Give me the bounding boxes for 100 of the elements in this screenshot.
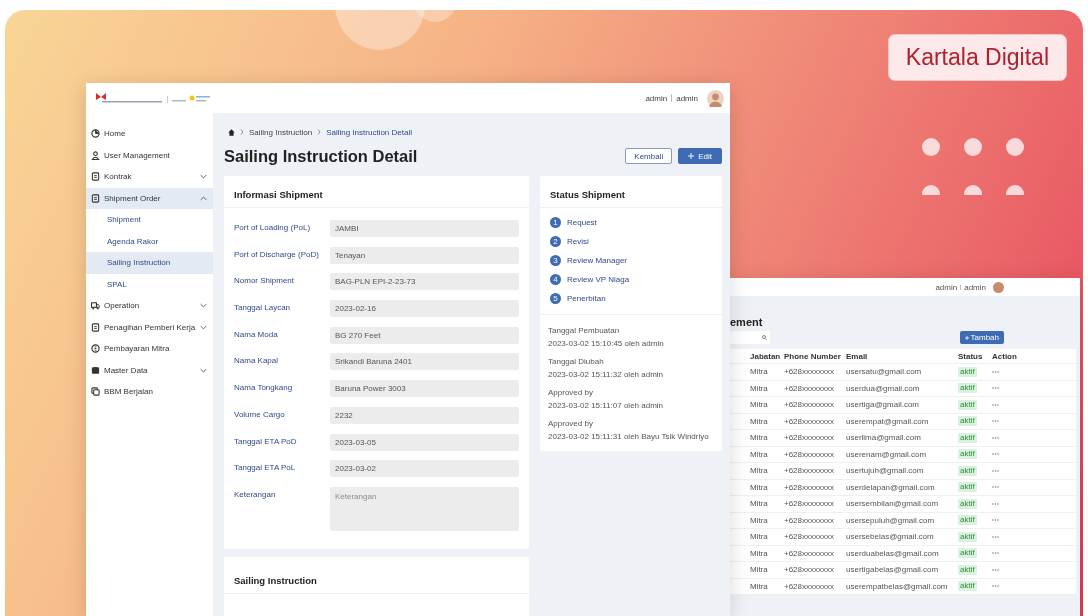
sidebar-subitem[interactable]: SPAL: [86, 273, 213, 295]
add-button[interactable]: Tambah: [959, 331, 1004, 344]
column-header: Email: [846, 351, 869, 361]
step-number: 4: [550, 274, 561, 285]
field-label: Port of Loading (PoL): [234, 222, 312, 232]
table-cell-text: +628xxxxxxxx: [784, 565, 836, 575]
more-icon[interactable]: [992, 469, 999, 472]
card-title: Informasi Shipment: [224, 176, 529, 208]
table-cell-text: Mitra: [750, 532, 769, 542]
table-cell-text: Mitra: [750, 383, 769, 393]
table-cell-text: Mitra: [750, 515, 769, 525]
more-icon[interactable]: [992, 568, 999, 571]
field-label: Tanggal ETA PoL: [234, 462, 297, 473]
table-cell-text: userempat@gmail.com: [846, 416, 930, 426]
table-cell-text: Mitra: [750, 367, 769, 377]
chevron-right-icon: [240, 129, 244, 135]
pie-chart-icon: [91, 129, 100, 139]
column-header: Action: [992, 351, 1018, 361]
page-title: ement: [730, 316, 764, 328]
table-cell-text: Mitra: [750, 400, 769, 410]
sidebar-item[interactable]: Home: [86, 123, 213, 145]
more-icon[interactable]: [992, 535, 999, 538]
status-badge: aktif: [958, 531, 977, 542]
brand-badge: Kartala Digital: [887, 34, 1067, 81]
breadcrumb-link[interactable]: Sailing Instruction Detail: [326, 127, 412, 137]
history-value: 2023-03-02 15:11:07 oleh admin: [548, 401, 665, 410]
more-icon[interactable]: [992, 370, 999, 373]
history-value: 2023-03-02 15:10:45 oleh admin: [548, 339, 665, 348]
table-cell-text: +628xxxxxxxx: [784, 548, 836, 558]
field-label: Nama Moda: [234, 328, 279, 339]
card-title: Status Shipment: [540, 176, 722, 208]
search-field[interactable]: [730, 331, 770, 344]
edit-button[interactable]: Edit: [678, 148, 722, 164]
user-name: admin: [645, 93, 668, 103]
status-badge: aktif: [958, 498, 977, 509]
table-cell-text: usertiga@gmail.com: [846, 400, 921, 410]
step-label: Revisi: [567, 237, 589, 246]
back-button[interactable]: Kembali: [625, 148, 673, 164]
more-icon[interactable]: [992, 502, 999, 505]
coin-icon: [91, 344, 100, 354]
status-badge: aktif: [958, 416, 977, 427]
sidebar-item[interactable]: Kontrak: [86, 166, 213, 188]
history-label: Tanggal Diubah: [548, 357, 605, 366]
sidebar-subitem[interactable]: Sailing Instruction: [86, 252, 213, 274]
more-icon[interactable]: [992, 420, 999, 423]
table-cell-text: Mitra: [750, 482, 769, 492]
table-cell-text: usersatu@gmail.com: [846, 367, 923, 377]
table-cell-text: +628xxxxxxxx: [784, 367, 836, 377]
table-cell-text: userdelapan@gmail.com: [846, 482, 936, 492]
history-label: Tanggal Pembuatan: [548, 326, 621, 335]
more-icon[interactable]: [992, 552, 999, 555]
step-label: Penerbitan: [567, 294, 606, 303]
table-cell-text: Mitra: [750, 499, 769, 509]
table-cell-text: +628xxxxxxxx: [784, 383, 836, 393]
table-cell-text: +628xxxxxxxx: [784, 515, 836, 525]
more-icon[interactable]: [992, 585, 999, 588]
more-icon[interactable]: [992, 486, 999, 489]
more-icon[interactable]: [992, 453, 999, 456]
avatar-icon: [993, 281, 1004, 293]
sidebar-item[interactable]: Pembayaran Mitra: [86, 338, 213, 360]
field-label: Volume Cargo: [234, 408, 286, 419]
sidebar-item[interactable]: Operation: [86, 295, 213, 317]
status-badge: aktif: [958, 482, 977, 493]
table-cell-text: +628xxxxxxxx: [784, 466, 836, 476]
copy-icon: [91, 387, 100, 397]
step-number: 2: [550, 236, 561, 247]
table-cell-text: usersepuluh@gmail.com: [846, 515, 936, 525]
search-icon: [762, 335, 767, 340]
status-badge: aktif: [958, 465, 977, 476]
more-icon[interactable]: [992, 436, 999, 439]
table-cell-text: Mitra: [750, 466, 769, 476]
table-cell-text: userduabelas@gmail.com: [846, 548, 940, 558]
more-icon[interactable]: [992, 403, 999, 406]
table-cell-text: Mitra: [750, 565, 769, 575]
sidebar-item[interactable]: Master Data: [86, 359, 213, 381]
table-cell-text: usersembilan@gmail.com: [846, 499, 940, 509]
sidebar-item[interactable]: BBM Berjalan: [86, 381, 213, 403]
field-label: Nama Tongkang: [234, 382, 294, 393]
more-icon[interactable]: [992, 519, 999, 522]
breadcrumb-link[interactable]: Sailing Instruction: [249, 127, 313, 137]
sidebar-subitem[interactable]: Agenda Rakor: [86, 230, 213, 252]
sidebar-item[interactable]: Penagihan Pemberi Kerja: [86, 316, 213, 338]
more-icon[interactable]: [992, 387, 999, 390]
user-icon: [91, 150, 100, 160]
table-cell-text: usertujuh@gmail.com: [846, 466, 925, 476]
field-label: Keterangan: [234, 488, 277, 499]
table-cell-text: Mitra: [750, 548, 769, 558]
history-label: Approved by: [548, 419, 594, 428]
history-label: Approved by: [548, 388, 594, 397]
user-role: admin: [676, 93, 698, 103]
table-cell-text: Mitra: [750, 416, 769, 426]
step-label: Request: [567, 218, 597, 227]
table-cell-text: +628xxxxxxxx: [784, 416, 836, 426]
chevron-right-icon: [317, 129, 322, 135]
user-name: admin: [935, 282, 958, 292]
sidebar-item[interactable]: User Management: [86, 144, 213, 166]
sidebar-subitem[interactable]: Shipment: [86, 209, 213, 231]
home-icon[interactable]: [228, 128, 235, 136]
sidebar-item[interactable]: Shipment Order: [86, 187, 213, 209]
table-cell-text: usersebelas@gmail.com: [846, 532, 935, 542]
